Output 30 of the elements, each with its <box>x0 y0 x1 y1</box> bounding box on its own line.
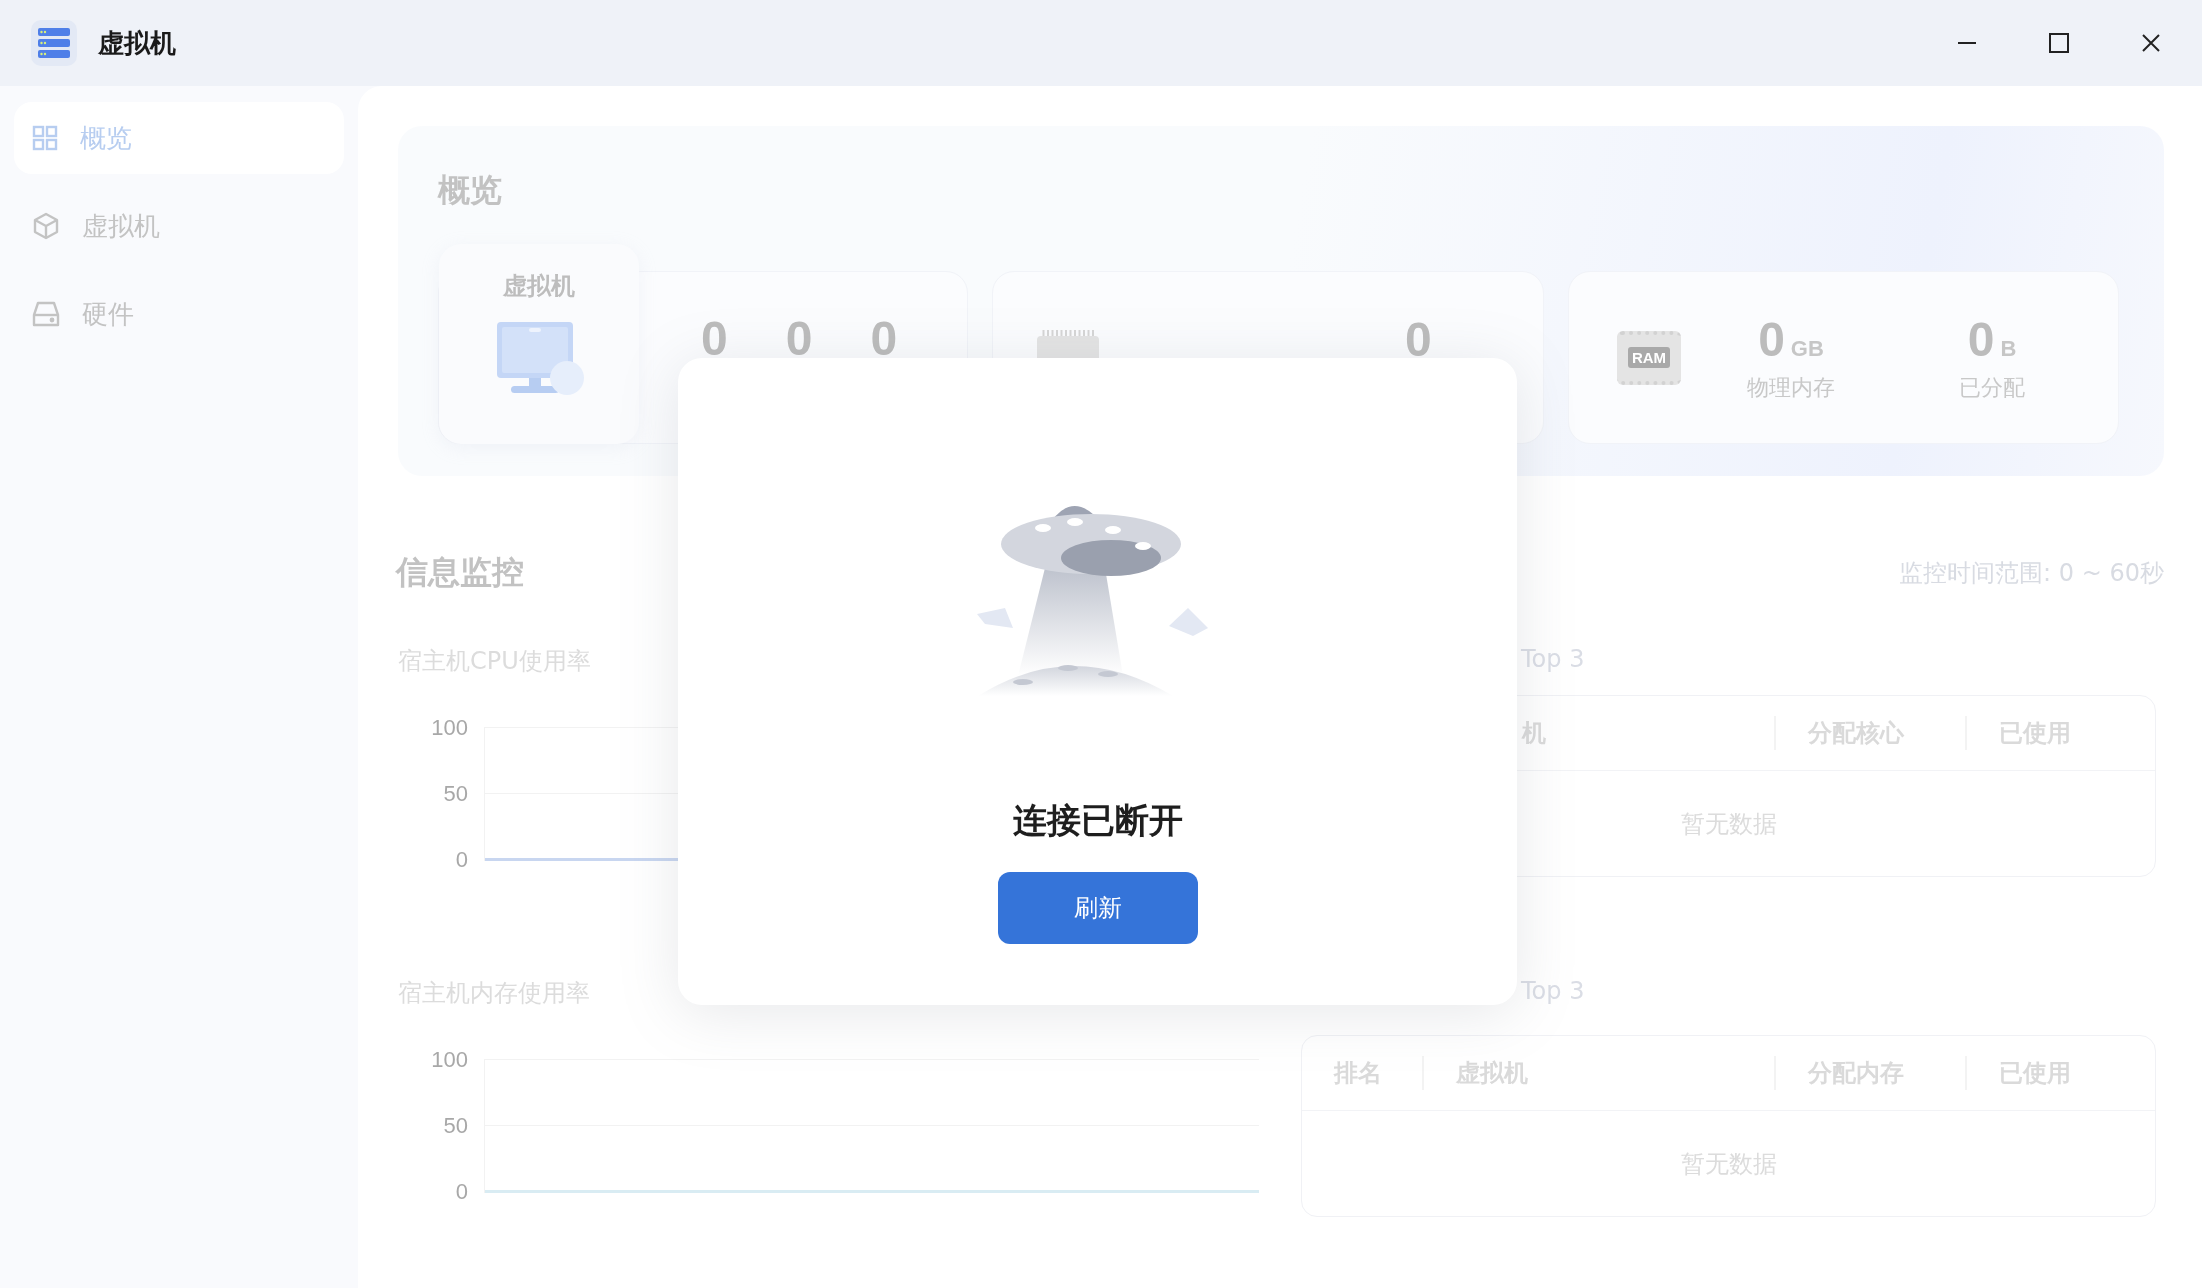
axis-tick-label: 0 <box>455 847 468 873</box>
axis-tick-label: 100 <box>431 1047 468 1073</box>
monitor-heading: 信息监控 <box>396 552 524 593</box>
cpu-count: 0 <box>1405 312 1432 367</box>
dialog-message: 连接已断开 <box>1012 799 1183 842</box>
server-stack-icon <box>30 19 78 67</box>
memory-value: 0 <box>1967 312 1995 367</box>
sidebar-item[interactable]: 硬件 <box>14 278 344 350</box>
sidebar-item[interactable]: 概览 <box>14 102 344 174</box>
axis-tick-label: 50 <box>443 1113 468 1139</box>
memory-unit: B <box>2000 336 2017 362</box>
vm-count: 0 <box>701 311 728 366</box>
cube-icon <box>32 212 60 240</box>
axis-tick-label: 50 <box>443 781 468 807</box>
grid-icon <box>32 125 58 151</box>
vm-label: 虚拟机 <box>503 271 575 302</box>
axis-tick-label: 100 <box>431 715 468 741</box>
ram-chip-icon: RAM <box>1617 330 1681 385</box>
sidebar-item[interactable]: 虚拟机 <box>14 190 344 262</box>
memory-unit: GB <box>1790 336 1824 362</box>
refresh-button[interactable]: 刷新 <box>997 872 1198 944</box>
vm-count: 0 <box>785 311 813 366</box>
memory-value: 0 <box>1758 312 1785 367</box>
axis-tick-label: 0 <box>455 1179 468 1205</box>
drive-icon <box>32 300 60 328</box>
close-icon[interactable] <box>2140 32 2162 54</box>
maximize-icon[interactable] <box>2048 32 2070 54</box>
vm-count: 0 <box>870 311 898 366</box>
overview-heading: 概览 <box>438 170 503 211</box>
window-title: 虚拟机 <box>98 26 176 60</box>
